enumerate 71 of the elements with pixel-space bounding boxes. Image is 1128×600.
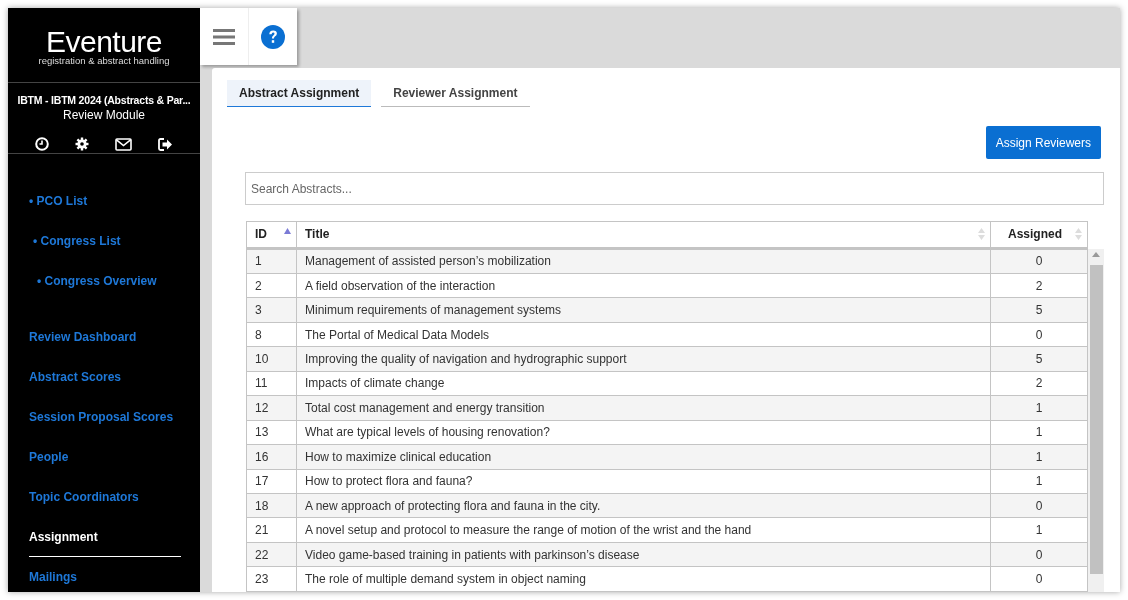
column-header[interactable]: Title [296,221,991,248]
settings-icon[interactable] [75,137,89,151]
table-cell: How to maximize clinical education [296,444,991,470]
menu-button[interactable] [200,8,248,65]
table-cell: 17 [246,469,297,494]
table-cell: 1 [990,469,1088,494]
table-cell: 21 [246,518,297,543]
table-cell: 1 [990,444,1088,470]
table-cell: 12 [246,395,297,421]
table-cell: 2 [246,273,297,298]
assign-reviewers-button[interactable]: Assign Reviewers [985,126,1101,159]
table-cell: 1 [990,395,1088,421]
table-cell: 13 [246,420,297,445]
table-cell: The role of multiple demand system in object naming [296,566,991,592]
nav-link[interactable]: Review Dashboard [29,317,137,357]
table-cell: 1 [246,249,297,274]
table-cell: Minimum requirements of management systems [296,297,991,323]
table-cell: 8 [246,322,297,347]
table-cell: How to protect flora and fauna? [296,469,991,494]
tab[interactable]: Abstract Assignment [227,80,372,107]
module-name: Review Module [61,108,146,123]
table-cell: 23 [246,566,297,592]
table-cell: 10 [246,346,297,372]
nav-link[interactable]: Topic Coordinators [29,477,139,517]
table-cell: 11 [246,371,297,396]
menu-icon [213,27,235,46]
nav-link[interactable]: Abstract Scores [29,357,122,397]
nav-link[interactable]: Mailings [29,557,77,592]
help-icon [261,24,285,49]
logout-icon[interactable] [158,137,173,151]
help-button[interactable] [248,8,297,65]
nav-link[interactable]: • Congress Overview [37,261,157,301]
table-cell: 0 [990,493,1088,518]
table-cell: 0 [990,566,1088,592]
table-cell: 2 [990,273,1088,298]
table-cell: 22 [246,542,297,567]
table-cell: Video game-based training in patients with parkinson’s disease [296,542,991,567]
brand-tagline: registration & abstract handling [38,56,170,66]
table-cell: 5 [990,346,1088,372]
search-field[interactable]: Search Abstracts... [245,172,1104,205]
column-header[interactable]: Assigned [990,221,1088,248]
nav-link[interactable]: • Congress List [33,221,121,261]
table-cell: 18 [246,493,297,518]
scrollbar[interactable] [1088,248,1104,592]
nav-link[interactable]: Assignment [29,517,181,557]
column-header[interactable]: ID [246,221,297,248]
table-cell: 1 [990,420,1088,445]
table-cell: 0 [990,542,1088,567]
table-cell: A new approach of protecting flora and fauna in the city. [296,493,991,518]
table-cell: 0 [990,322,1088,347]
nav-link[interactable]: People [29,437,69,477]
table-cell: 1 [990,518,1088,543]
clock-icon[interactable] [35,137,49,151]
congress-title: IBTM - IBTM 2024 (Abstracts & Par... [16,93,192,108]
table-cell: 5 [990,297,1088,323]
table-cell: 16 [246,444,297,470]
table-cell: Management of assisted person’s mobilization [296,249,991,274]
table-cell: A novel setup and protocol to measure the range of motion of the wrist and the hand [296,518,991,543]
table-cell: Improving the quality of navigation and hydrographic support [296,346,991,372]
mail-icon[interactable] [115,137,132,151]
table-cell: 3 [246,297,297,323]
table-cell: The Portal of Medical Data Models [296,322,991,347]
nav-link[interactable]: Session Proposal Scores [29,397,174,437]
table-cell: 0 [990,249,1088,274]
table-cell: Total cost management and energy transition [296,395,991,421]
table-cell: Impacts of climate change [296,371,991,396]
table-cell: A field observation of the interaction [296,273,991,298]
brand-logo: Eventure [45,28,163,56]
nav-link[interactable]: • PCO List [29,181,88,221]
table-cell: 2 [990,371,1088,396]
table-cell: What are typical levels of housing renovation? [296,420,991,445]
